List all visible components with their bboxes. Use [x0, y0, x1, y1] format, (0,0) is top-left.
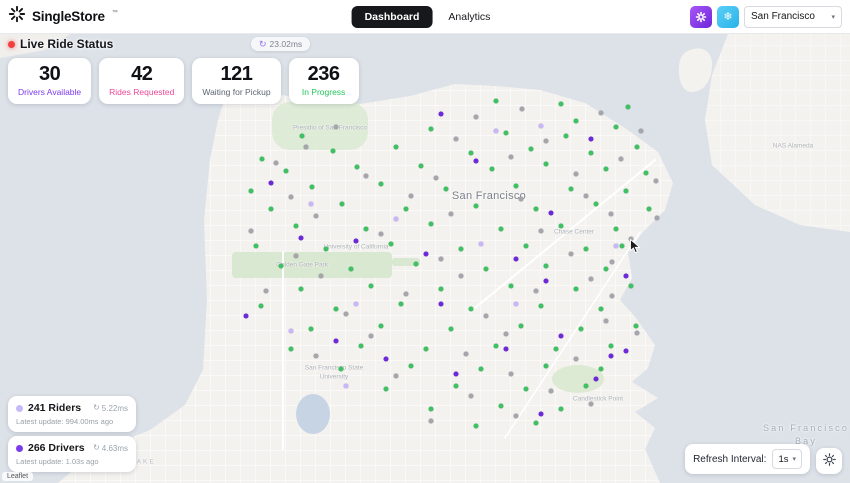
drivers-last-update: Latest update: 1.03s ago: [16, 457, 99, 466]
nav-tabs: Dashboard Analytics: [351, 5, 499, 28]
stat-label: Drivers Available: [18, 87, 82, 97]
app: San Francisco San Francisco Bay NAS Alameda…: [0, 0, 850, 483]
stat-card-waiting-pickup: 121 Waiting for Pickup: [192, 58, 281, 104]
header-actions: ❄ San Francisco ▾: [690, 5, 842, 28]
live-indicator-dot: [8, 40, 15, 48]
refresh-interval-value: 1s: [778, 453, 789, 465]
refresh-icon: ↻: [259, 38, 267, 49]
riders-count: 241 Riders: [28, 402, 82, 414]
drivers-card-top: 266 Drivers ↻ 4.63ms: [16, 442, 128, 454]
snowflake-icon: ❄: [723, 11, 733, 23]
latency-badge: ↻ 23.02ms: [251, 37, 311, 51]
trademark: ™: [111, 9, 118, 16]
refresh-interval-select[interactable]: 1s ▾: [772, 449, 802, 469]
riders-latency: ↻ 5.22ms: [93, 404, 128, 413]
refresh-icon: ↻: [93, 403, 100, 412]
refresh-interval-label: Refresh Interval:: [693, 453, 767, 465]
stats-row: 30 Drivers Available 42 Rides Requested …: [8, 58, 359, 104]
riders-last-update: Latest update: 994.00ms ago: [16, 417, 114, 426]
top-bar: SingleStore ™ Dashboard Analytics ❄ San …: [0, 0, 850, 34]
chevron-down-icon: ▾: [831, 13, 835, 21]
city-select-value: San Francisco: [751, 11, 815, 22]
tab-dashboard[interactable]: Dashboard: [351, 5, 433, 28]
drivers-dot-icon: [16, 444, 23, 452]
stat-value: 42: [131, 63, 153, 85]
stat-value: 121: [220, 63, 253, 85]
riders-card: 241 Riders ↻ 5.22ms Latest update: 994.0…: [8, 396, 136, 432]
stat-card-rides-requested: 42 Rides Requested: [99, 58, 185, 104]
tab-analytics[interactable]: Analytics: [440, 7, 498, 27]
drivers-card: 266 Drivers ↻ 4.63ms Latest update: 1.03…: [8, 436, 136, 472]
map-attribution[interactable]: Leaflet: [2, 472, 34, 481]
stat-card-drivers-available: 30 Drivers Available: [8, 58, 92, 104]
brand: SingleStore ™: [8, 5, 118, 28]
drivers-latency-value: 4.63ms: [101, 443, 128, 453]
refresh-icon: ↻: [93, 443, 100, 452]
drivers-count: 266 Drivers: [28, 442, 85, 454]
singlestore-logo-icon: [8, 5, 26, 28]
brand-name: SingleStore: [32, 9, 105, 24]
riders-dot-icon: [16, 404, 23, 412]
riders-latency-value: 5.22ms: [101, 403, 128, 413]
chevron-down-icon: ▾: [792, 456, 796, 463]
stat-label: Waiting for Pickup: [202, 87, 271, 97]
latency-value: 23.02ms: [269, 39, 303, 49]
stat-card-in-progress: 236 In Progress: [288, 58, 359, 104]
theme-toggle-button[interactable]: [816, 448, 842, 474]
stat-value: 30: [38, 63, 61, 85]
stat-value: 236: [307, 63, 340, 85]
city-select[interactable]: San Francisco ▾: [744, 5, 842, 28]
drivers-latency: ↻ 4.63ms: [93, 444, 128, 453]
sun-icon: [822, 453, 836, 469]
singlestore-mode-button[interactable]: [690, 5, 712, 28]
stat-label: In Progress: [301, 87, 346, 97]
panel-title: Live Ride Status: [20, 37, 114, 51]
stat-label: Rides Requested: [109, 87, 175, 97]
riders-card-top: 241 Riders ↻ 5.22ms: [16, 402, 128, 414]
snowflake-mode-button[interactable]: ❄: [717, 5, 739, 28]
refresh-interval-control: Refresh Interval: 1s ▾: [685, 444, 810, 474]
